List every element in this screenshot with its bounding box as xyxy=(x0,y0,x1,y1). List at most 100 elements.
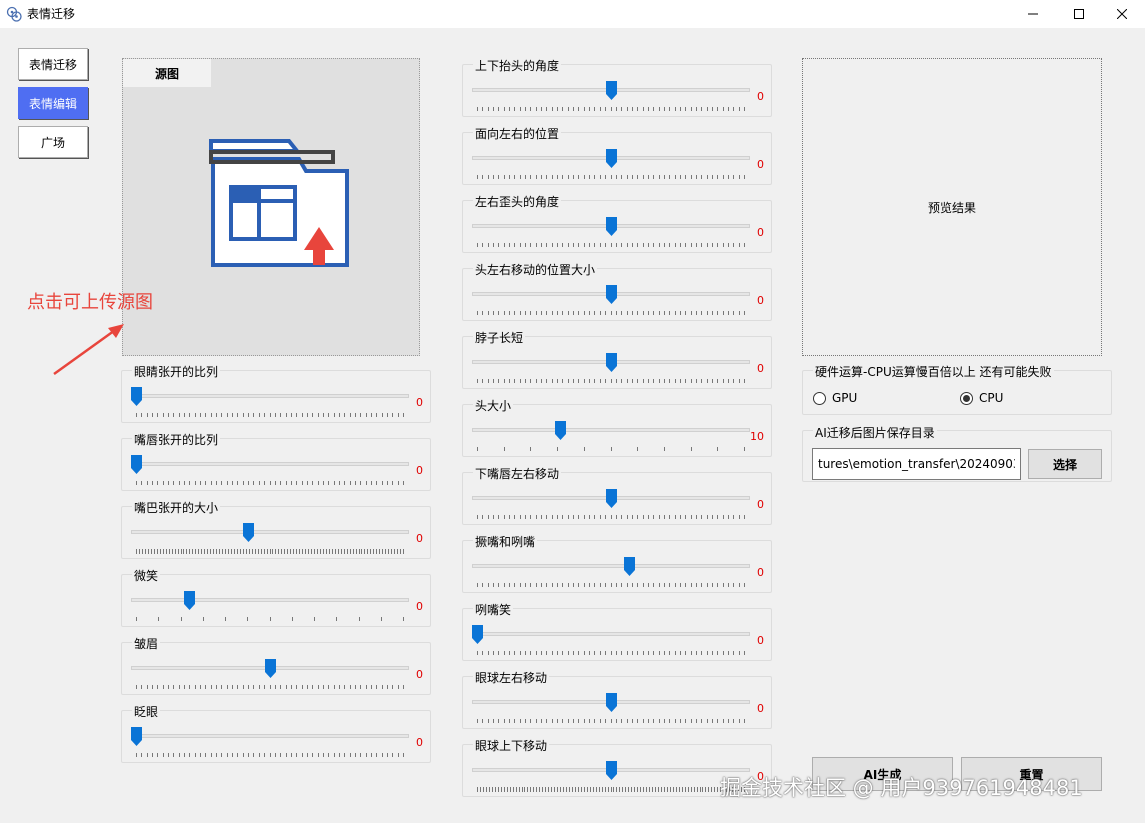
save-dir-input[interactable] xyxy=(812,448,1021,480)
slider-group: 脖子长短 0 xyxy=(462,329,772,389)
slider-group: 头大小 10 xyxy=(462,397,772,457)
slider-thumb[interactable] xyxy=(606,489,617,508)
cpu-radio[interactable]: CPU xyxy=(960,391,1003,405)
slider-ticks xyxy=(477,102,745,111)
slider-ticks xyxy=(136,680,404,689)
slider-group: 嘴巴张开的大小 0 xyxy=(121,499,431,559)
gpu-radio[interactable]: GPU xyxy=(813,391,857,405)
slider-group: 上下抬头的角度 0 xyxy=(462,57,772,117)
slider-group: 皱眉 0 xyxy=(121,635,431,695)
slider-label: 头大小 xyxy=(473,397,514,414)
slider-thumb[interactable] xyxy=(606,81,617,100)
slider-ticks xyxy=(136,408,404,417)
slider-thumb[interactable] xyxy=(472,625,483,644)
slider-value: 0 xyxy=(416,532,423,545)
slider-group: 面向左右的位置 0 xyxy=(462,125,772,185)
slider-thumb[interactable] xyxy=(606,149,617,168)
slider-value: 0 xyxy=(757,158,764,171)
choose-dir-button[interactable]: 选择 xyxy=(1028,449,1102,479)
slider-group: 下嘴唇左右移动 0 xyxy=(462,465,772,525)
slider-ticks xyxy=(477,714,745,723)
slider-value: 0 xyxy=(416,668,423,681)
slider-value: 0 xyxy=(757,634,764,647)
slider-ticks xyxy=(136,476,404,485)
slider-value: 0 xyxy=(757,702,764,715)
slider-value: 0 xyxy=(757,498,764,511)
slider-track[interactable] xyxy=(131,598,409,602)
nav-button-square[interactable]: 广场 xyxy=(18,126,88,158)
slider-group: 微笑 0 xyxy=(121,567,431,627)
slider-track[interactable] xyxy=(472,564,750,568)
slider-label: 皱眉 xyxy=(132,635,161,652)
slider-value: 0 xyxy=(416,736,423,749)
slider-ticks xyxy=(477,442,745,451)
slider-value: 0 xyxy=(757,294,764,307)
slider-value: 0 xyxy=(757,362,764,375)
slider-ticks xyxy=(477,510,745,519)
slider-label: 眼球上下移动 xyxy=(473,737,550,754)
slider-thumb[interactable] xyxy=(243,523,254,542)
slider-ticks xyxy=(136,544,404,554)
slider-thumb[interactable] xyxy=(131,455,142,474)
slider-thumb[interactable] xyxy=(555,421,566,440)
slider-label: 下嘴唇左右移动 xyxy=(473,465,562,482)
slider-value: 0 xyxy=(416,396,423,409)
slider-ticks xyxy=(477,782,745,792)
source-image-upload[interactable]: 源图 xyxy=(122,58,420,356)
slider-label: 微笑 xyxy=(132,567,161,584)
cpu-radio-label: CPU xyxy=(979,391,1004,405)
slider-ticks xyxy=(477,238,745,247)
window-title: 表情迁移 xyxy=(27,7,76,21)
slider-ticks xyxy=(477,578,745,587)
slider-label: 脖子长短 xyxy=(473,329,526,346)
slider-track[interactable] xyxy=(131,734,409,738)
slider-track[interactable] xyxy=(131,462,409,466)
cpu-radio-dot xyxy=(960,391,973,405)
slider-track[interactable] xyxy=(472,428,750,432)
slider-group: 眼睛张开的比列 0 xyxy=(121,363,431,423)
slider-thumb[interactable] xyxy=(606,217,617,236)
slider-label: 上下抬头的角度 xyxy=(473,57,562,74)
slider-label: 嘴唇张开的比列 xyxy=(132,431,221,448)
slider-ticks xyxy=(477,646,745,655)
slider-track[interactable] xyxy=(472,632,750,636)
slider-thumb[interactable] xyxy=(131,387,142,406)
slider-thumb[interactable] xyxy=(606,761,617,780)
maximize-button[interactable] xyxy=(1056,0,1102,28)
close-button[interactable] xyxy=(1099,0,1145,28)
slider-value: 0 xyxy=(757,90,764,103)
slider-thumb[interactable] xyxy=(624,557,635,576)
preview-label: 预览结果 xyxy=(927,200,976,215)
folder-upload-icon xyxy=(209,139,349,267)
hint-arrow-icon xyxy=(53,324,124,376)
slider-group: 咧嘴笑 0 xyxy=(462,601,772,661)
slider-thumb[interactable] xyxy=(606,285,617,304)
hardware-group: 硬件运算-CPU运算慢百倍以上 还有可能失败 GPU CPU xyxy=(802,363,1112,415)
slider-ticks xyxy=(136,748,404,757)
slider-track[interactable] xyxy=(131,394,409,398)
slider-label: 眨眼 xyxy=(132,703,161,720)
nav-button-emotion-transfer[interactable]: 表情迁移 xyxy=(18,48,88,80)
slider-value: 0 xyxy=(757,566,764,579)
slider-value: 0 xyxy=(757,226,764,239)
slider-label: 眼球左右移动 xyxy=(473,669,550,686)
slider-group: 撅嘴和咧嘴 0 xyxy=(462,533,772,593)
slider-label: 左右歪头的角度 xyxy=(473,193,562,210)
slider-thumb[interactable] xyxy=(184,591,195,610)
gpu-radio-label: GPU xyxy=(832,391,858,405)
slider-thumb[interactable] xyxy=(606,353,617,372)
slider-group: 嘴唇张开的比列 0 xyxy=(121,431,431,491)
slider-value: 0 xyxy=(416,600,423,613)
slider-ticks xyxy=(477,374,745,383)
close-icon xyxy=(1117,9,1127,19)
slider-track[interactable] xyxy=(131,530,409,534)
slider-thumb[interactable] xyxy=(606,693,617,712)
slider-thumb[interactable] xyxy=(131,727,142,746)
maximize-icon xyxy=(1074,9,1084,19)
slider-thumb[interactable] xyxy=(265,659,276,678)
nav-button-emotion-edit[interactable]: 表情编辑 xyxy=(18,87,88,119)
app-icon xyxy=(6,6,22,22)
slider-ticks xyxy=(477,306,745,315)
hardware-label: 硬件运算-CPU运算慢百倍以上 还有可能失败 xyxy=(813,363,1054,380)
minimize-button[interactable] xyxy=(1010,0,1056,28)
